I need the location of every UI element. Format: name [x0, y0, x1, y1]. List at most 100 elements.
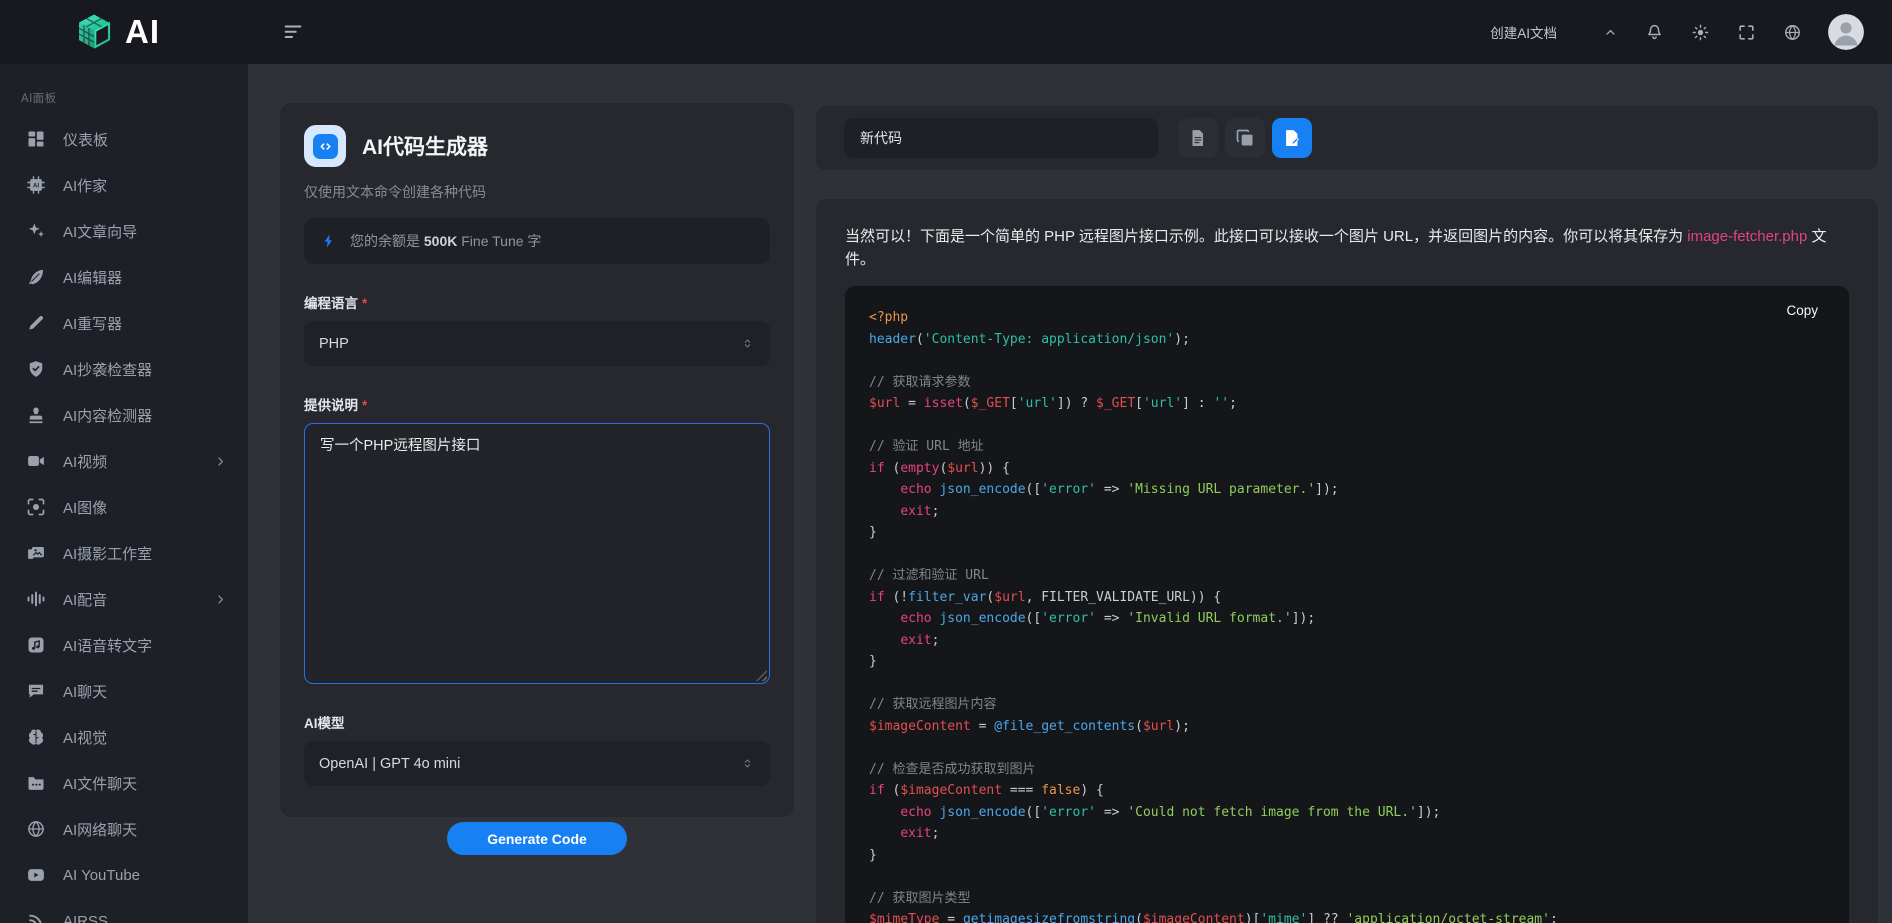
instructions-textarea[interactable]: 写一个PHP远程图片接口 [304, 423, 770, 684]
navbar-actions [1603, 23, 1802, 42]
sidebar-item-label: AI网络聊天 [63, 819, 228, 840]
page-title: AI代码生成器 [362, 131, 488, 161]
sun-icon [1691, 23, 1710, 42]
sidebar-item-label: AI文件聊天 [63, 773, 228, 794]
feather-icon [26, 267, 46, 287]
sidebar-item[interactable]: AI编辑器 [0, 254, 248, 300]
language-button[interactable] [1783, 23, 1802, 42]
code-line: // 验证 URL 地址 [869, 436, 1825, 458]
code-line: } [869, 845, 1825, 867]
save-doc-button[interactable] [1272, 118, 1312, 158]
sidebar-section-label: AI面板 [21, 90, 248, 106]
code-line: $url = isset($_GET['url']) ? $_GET['url'… [869, 393, 1825, 415]
model-select[interactable]: OpenAI | GPT 4o mini [304, 741, 770, 786]
sidebar-item[interactable]: AI视觉 [0, 714, 248, 760]
code-line: // 获取图片类型 [869, 888, 1825, 910]
avatar[interactable] [1828, 14, 1864, 50]
fullscreen-button[interactable] [1737, 23, 1756, 42]
code-content: <?phpheader('Content-Type: application/j… [869, 307, 1825, 923]
code-line: echo json_encode(['error' => 'Invalid UR… [869, 608, 1825, 630]
waveform-icon [26, 589, 46, 609]
file-text-icon [1188, 128, 1208, 148]
generate-button[interactable]: Generate Code [447, 822, 627, 855]
code-icon [317, 138, 334, 155]
notifications-button[interactable] [1645, 23, 1664, 42]
theme-toggle-button[interactable] [1691, 23, 1710, 42]
sidebar-item[interactable]: AI图像 [0, 484, 248, 530]
rss-icon [26, 911, 46, 923]
sparkles-icon [26, 221, 46, 241]
sidebar-item[interactable]: AI网络聊天 [0, 806, 248, 852]
sidebar-item[interactable]: AI聊天 [0, 668, 248, 714]
sidebar-item[interactable]: 仪表板 [0, 116, 248, 162]
collapse-button[interactable] [1603, 25, 1618, 40]
sidebar-item-label: AI作家 [63, 175, 228, 196]
sidebar-item[interactable]: AI语音转文字 [0, 622, 248, 668]
sidebar-item-label: AI配音 [63, 589, 196, 610]
photo-studio-icon [26, 543, 46, 563]
language-select[interactable]: PHP [304, 321, 770, 366]
instructions-label: 提供说明* [304, 394, 770, 414]
avatar-placeholder [1828, 14, 1864, 50]
folder-chat-icon [26, 773, 46, 793]
sidebar-item-label: AI内容检测器 [63, 405, 228, 426]
sidebar-item-label: AI聊天 [63, 681, 228, 702]
sidebar-item-label: AI语音转文字 [63, 635, 228, 656]
balance-text: 您的余额是 500K Fine Tune 字 [350, 231, 541, 251]
logo[interactable]: AI [0, 12, 248, 52]
sidebar-item-label: AI视觉 [63, 727, 228, 748]
sidebar-item-label: AI图像 [63, 497, 228, 518]
sidebar-item[interactable]: AI文件聊天 [0, 760, 248, 806]
menu-button[interactable] [278, 17, 308, 47]
sidebar-item[interactable]: AI内容检测器 [0, 392, 248, 438]
intro-text: 当然可以！下面是一个简单的 PHP 远程图片接口示例。此接口可以接收一个图片 U… [845, 226, 1849, 271]
sidebar-item[interactable]: AI文章向导 [0, 208, 248, 254]
duplicate-doc-button[interactable] [1225, 118, 1265, 158]
code-line: $mimeType = getimagesizefromstring($imag… [869, 909, 1825, 923]
sidebar-item[interactable]: AI配音 [0, 576, 248, 622]
new-doc-button[interactable] [1178, 118, 1218, 158]
generator-card: AI代码生成器 仅使用文本命令创建各种代码 您的余额是 500K Fine Tu… [280, 103, 794, 817]
balance-banner: 您的余额是 500K Fine Tune 字 [304, 218, 770, 264]
navbar-right: 创建AI文档 [1490, 14, 1892, 50]
app-root: AI 创建AI文档 AI面板 仪表板 AIAI作家 AI文章向导 AI编辑器 AI重写器… [0, 0, 1892, 923]
sidebar-item[interactable]: AI摄影工作室 [0, 530, 248, 576]
create-doc-link[interactable]: 创建AI文档 [1490, 22, 1557, 42]
sidebar-item[interactable]: AI重写器 [0, 300, 248, 346]
caret-up-icon [1603, 25, 1618, 40]
sidebar-item[interactable]: AIRSS [0, 898, 248, 923]
generator-header: AI代码生成器 [304, 125, 770, 167]
doc-title-input[interactable] [844, 118, 1158, 158]
sidebar-item[interactable]: AI抄袭检查器 [0, 346, 248, 392]
sidebar-item[interactable]: AIAI作家 [0, 162, 248, 208]
code-line [869, 737, 1825, 759]
globe-icon [26, 819, 46, 839]
stamp-icon [26, 405, 46, 425]
updown-icon [740, 336, 755, 351]
sidebar-item-label: AI重写器 [63, 313, 228, 334]
code-line: // 过滤和验证 URL [869, 565, 1825, 587]
lightning-icon [321, 233, 337, 249]
sidebar-item[interactable]: AI视频 [0, 438, 248, 484]
save-edit-icon [1282, 128, 1302, 148]
code-line: // 检查是否成功获取到图片 [869, 759, 1825, 781]
language-label: 编程语言* [304, 292, 770, 312]
chevron-right-icon [213, 592, 228, 607]
copy-button[interactable]: Copy [1780, 302, 1824, 319]
code-line [869, 866, 1825, 888]
sidebar-menu: 仪表板 AIAI作家 AI文章向导 AI编辑器 AI重写器 AI抄袭检查器 AI内容检测器 A… [0, 116, 248, 923]
code-line: } [869, 651, 1825, 673]
pencil-icon [26, 313, 46, 333]
sidebar-item-label: AI抄袭检查器 [63, 359, 228, 380]
result-toolbar-buttons [1178, 118, 1312, 158]
updown-icon [740, 756, 755, 771]
code-line [869, 415, 1825, 437]
main-content: AI代码生成器 仅使用文本命令创建各种代码 您的余额是 500K Fine Tu… [248, 64, 1892, 923]
page-subtitle: 仅使用文本命令创建各种代码 [304, 182, 770, 202]
code-line [869, 544, 1825, 566]
sidebar-item[interactable]: AI YouTube [0, 852, 248, 898]
sidebar-item-label: AI视频 [63, 451, 196, 472]
fullscreen-icon [1737, 23, 1756, 42]
sidebar-item-label: 仪表板 [63, 129, 228, 150]
sidebar-item-label: AI文章向导 [63, 221, 228, 242]
